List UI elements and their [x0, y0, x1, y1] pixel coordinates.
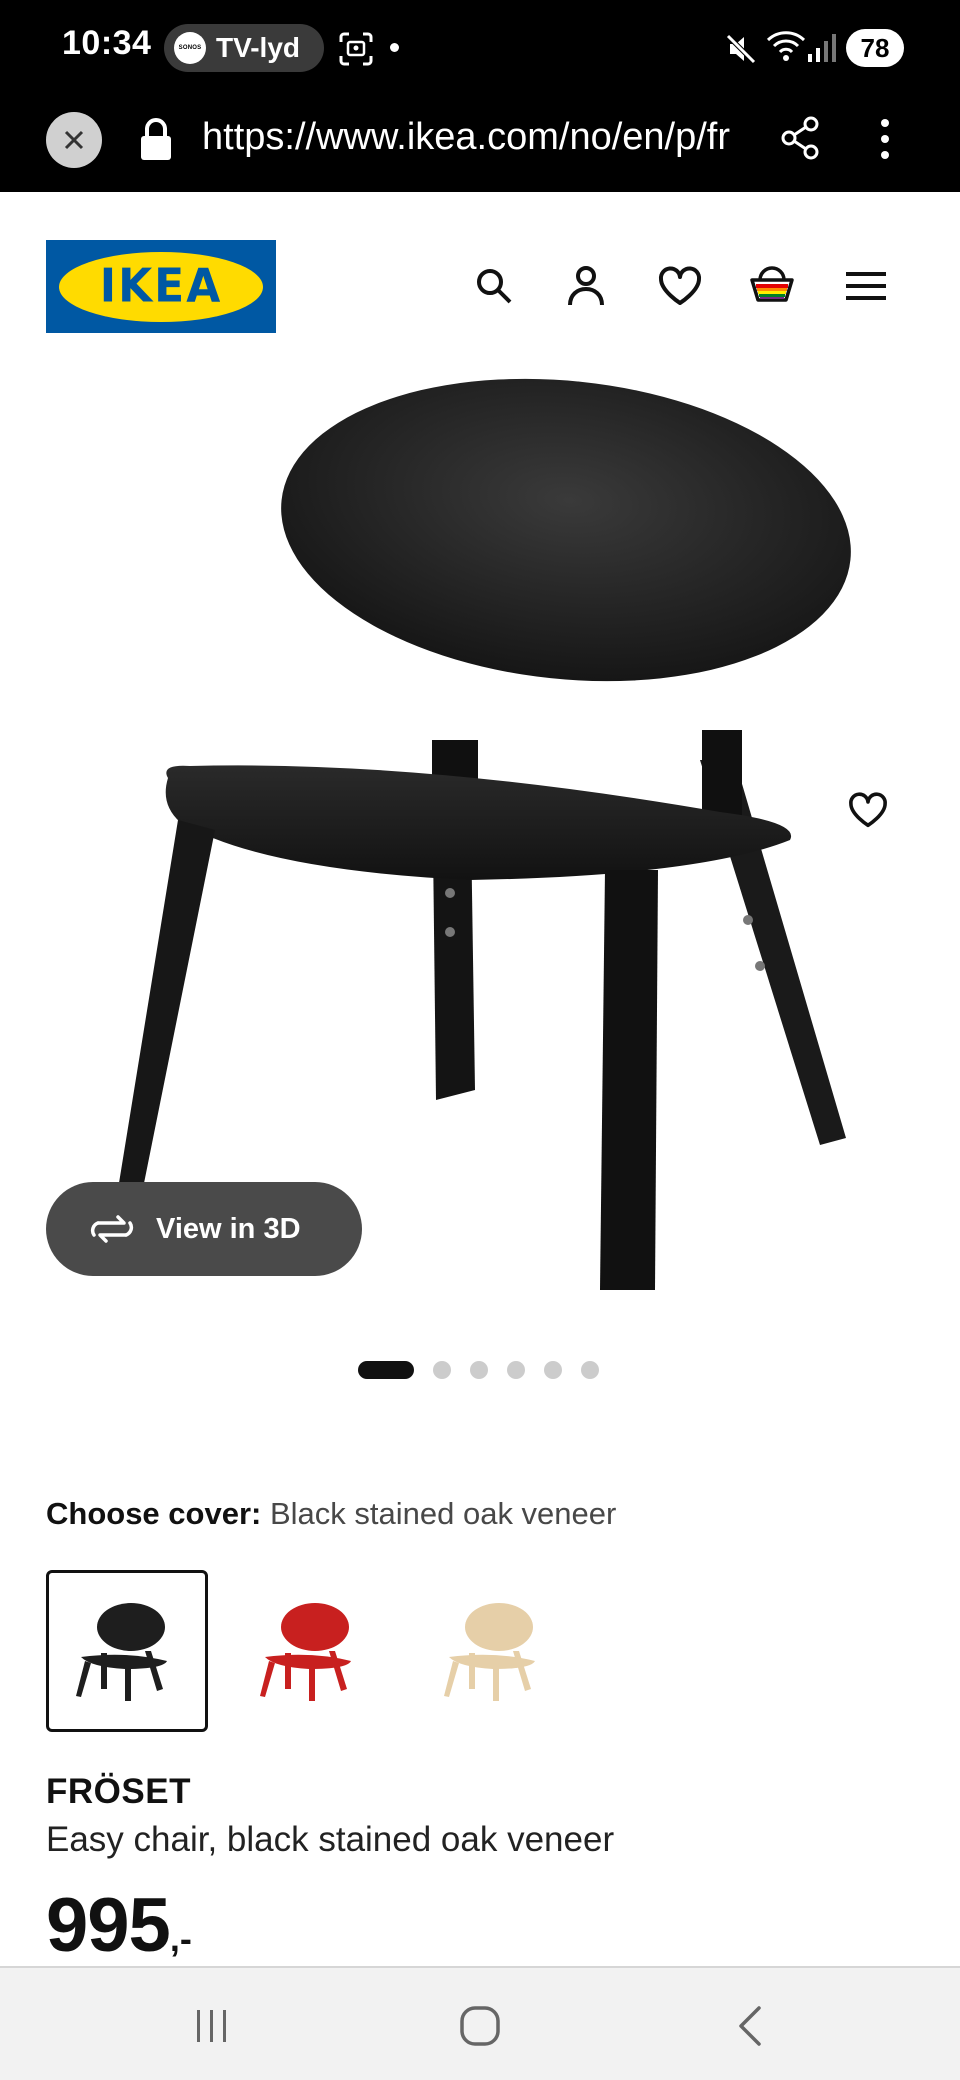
back-icon: [739, 2006, 761, 2046]
recent-apps-icon: [197, 2010, 226, 2042]
favourites-button[interactable]: [656, 262, 704, 310]
swatch-chair-thumbnail: [76, 1603, 167, 1701]
pagination-dot[interactable]: [470, 1361, 488, 1379]
battery-indicator: 78: [846, 29, 904, 67]
search-icon: [477, 269, 512, 304]
pagination-dot[interactable]: [581, 1361, 599, 1379]
browser-url-bar: https://www.ikea.com/no/en/p/fr: [0, 96, 960, 192]
view-in-3d-label: View in 3D: [156, 1212, 301, 1245]
heart-icon: [849, 792, 887, 828]
price-integer: 995: [46, 1883, 171, 1968]
screen-cast-icon: [339, 32, 373, 66]
logo-text: IKEA: [99, 259, 223, 314]
product-image-gallery[interactable]: [0, 352, 960, 1312]
cover-swatch-list: [46, 1570, 598, 1732]
add-to-favourites-button[interactable]: [838, 780, 898, 840]
choose-cover-label: Choose cover:: [46, 1496, 262, 1531]
product-name: FRÖSET: [46, 1772, 191, 1811]
url-field[interactable]: https://www.ikea.com/no/en/p/fr: [202, 116, 746, 159]
home-button[interactable]: [450, 1996, 510, 2056]
ikea-logo[interactable]: IKEA: [46, 240, 276, 333]
signal-icon: [808, 34, 836, 62]
view-in-3d-button[interactable]: View in 3D: [46, 1182, 362, 1276]
profile-button[interactable]: [562, 262, 610, 310]
status-time: 10:34: [62, 24, 152, 62]
pagination-dot[interactable]: [544, 1361, 562, 1379]
pagination-dot-active[interactable]: [358, 1361, 414, 1379]
product-price: 995 ,-: [46, 1882, 192, 1968]
media-output-label: TV-lyd: [216, 32, 301, 63]
pagination-dot[interactable]: [433, 1361, 451, 1379]
profile-icon: [568, 266, 604, 306]
pagination-dot[interactable]: [507, 1361, 525, 1379]
rotate-3d-icon: [90, 1215, 134, 1243]
notification-dot: [390, 43, 399, 52]
logo-oval: IKEA: [59, 251, 263, 322]
sonos-media-chip[interactable]: SONOS TV-lyd: [164, 24, 324, 72]
lock-icon[interactable]: [138, 116, 174, 162]
back-button[interactable]: [720, 1996, 780, 2056]
search-button[interactable]: [470, 262, 518, 310]
status-bar: 10:34 SONOS TV-lyd 78: [0, 0, 960, 96]
choose-cover-heading: Choose cover: Black stained oak veneer: [46, 1496, 616, 1532]
price-suffix: ,-: [169, 1918, 192, 1959]
close-icon: [64, 130, 84, 150]
system-navigation-bar: [0, 1966, 960, 2080]
hamburger-menu-icon: [846, 272, 886, 300]
wifi-icon: [766, 31, 806, 61]
product-description: Easy chair, black stained oak veneer: [46, 1820, 615, 1859]
recent-apps-button[interactable]: [182, 1996, 242, 2056]
mute-icon: [726, 34, 756, 64]
main-menu-button[interactable]: [842, 262, 890, 310]
close-button[interactable]: [46, 112, 102, 168]
shopping-bag-button[interactable]: [748, 262, 796, 310]
cover-swatch-natural[interactable]: [414, 1570, 576, 1732]
heart-icon: [658, 266, 702, 305]
gallery-pagination: [358, 1360, 618, 1380]
home-icon: [460, 2006, 500, 2046]
share-icon[interactable]: [780, 116, 820, 160]
cover-swatch-black[interactable]: [46, 1570, 208, 1732]
swatch-chair-thumbnail: [444, 1603, 535, 1701]
sonos-logo: SONOS: [174, 32, 206, 64]
kebab-menu-icon[interactable]: [870, 114, 900, 164]
cover-swatch-red[interactable]: [230, 1570, 392, 1732]
shopping-bag-icon: [750, 266, 794, 302]
swatch-chair-thumbnail: [260, 1603, 351, 1701]
product-image-chair: [112, 378, 851, 1290]
selected-cover-value: Black stained oak veneer: [269, 1496, 617, 1531]
